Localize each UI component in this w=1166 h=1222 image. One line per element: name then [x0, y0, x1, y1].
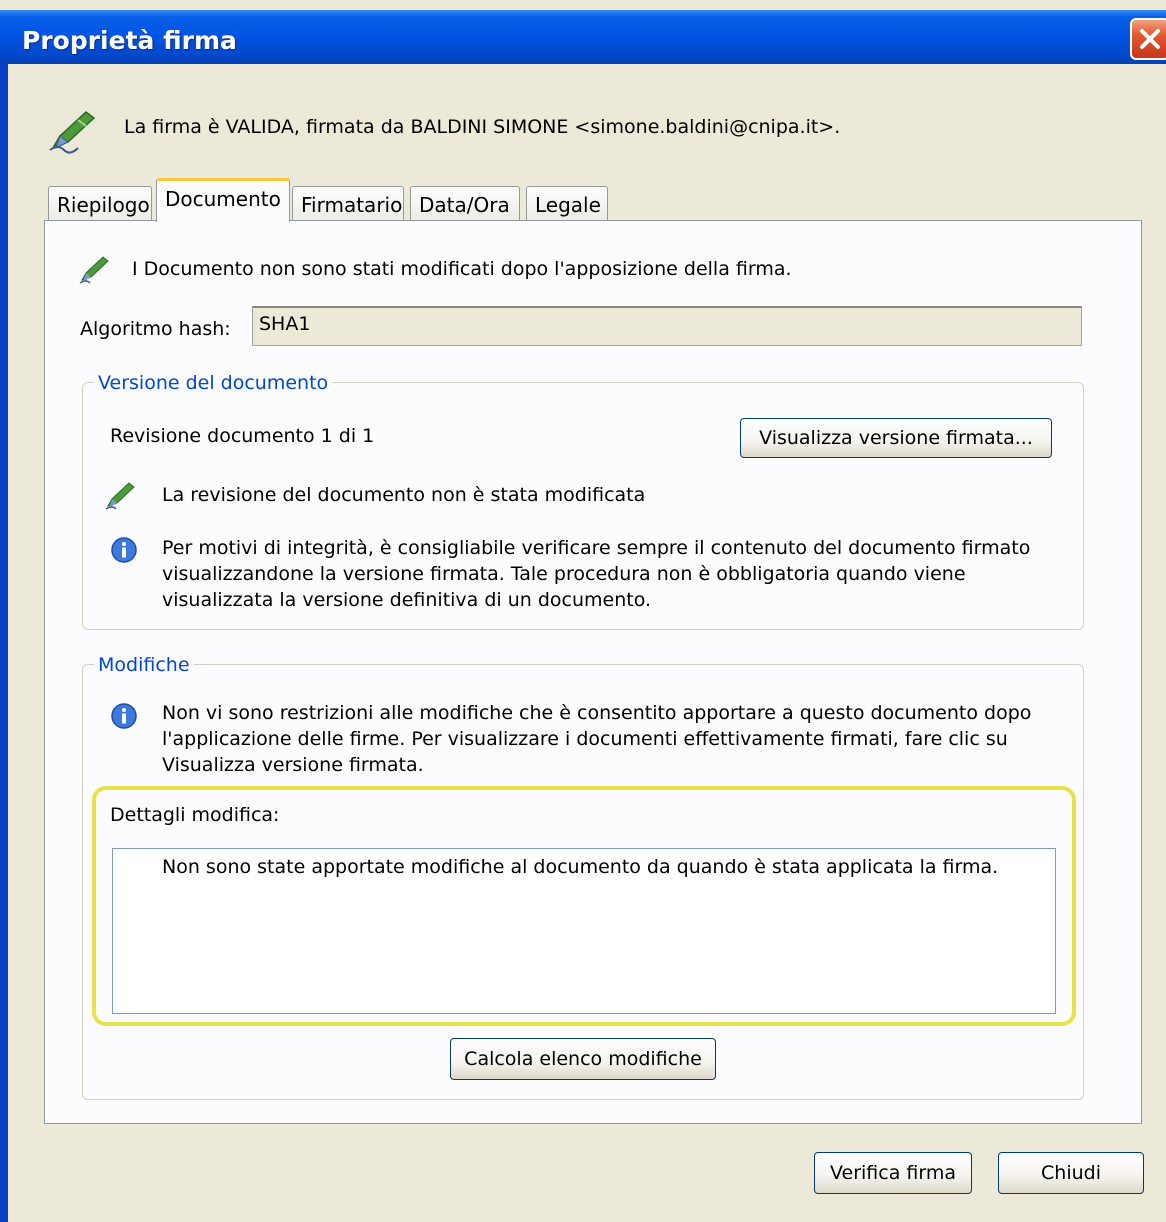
close-icon [1140, 29, 1160, 49]
close-button[interactable]: Chiudi [998, 1152, 1144, 1194]
hash-algorithm-label: Algoritmo hash: [80, 318, 231, 340]
window-frame-left [0, 64, 8, 1222]
info-icon [111, 703, 137, 729]
signature-properties-dialog: Proprietà firma La firma è VALIDA, firma… [0, 0, 1166, 1222]
tab-data-ora[interactable]: Data/Ora [410, 186, 520, 220]
changes-info-line-2: l'applicazione delle firme. Per visualiz… [162, 728, 1008, 750]
changes-info-line-3: Visualizza versione firmata. [162, 754, 424, 776]
info-icon [111, 537, 137, 563]
change-details-text: Non sono state apportate modifiche al do… [162, 856, 999, 878]
compute-changes-button[interactable]: Calcola elenco modifiche [450, 1038, 716, 1080]
signature-pen-icon [105, 482, 135, 510]
view-signed-version-button[interactable]: Visualizza versione firmata... [740, 418, 1052, 458]
revision-text: Revisione documento 1 di 1 [110, 425, 375, 447]
signature-status-text: La firma è VALIDA, firmata da BALDINI SI… [124, 116, 841, 138]
document-version-legend: Versione del documento [94, 372, 333, 394]
tab-firmatario[interactable]: Firmatario [292, 186, 404, 220]
tab-documento[interactable]: Documento [156, 178, 290, 222]
changes-info-line-1: Non vi sono restrizioni alle modifiche c… [162, 702, 1032, 724]
valid-signature-pen-icon [49, 111, 96, 154]
tab-riepilogo[interactable]: Riepilogo [48, 186, 152, 220]
revision-status-text: La revisione del documento non è stata m… [162, 484, 646, 506]
hash-algorithm-field[interactable]: SHA1 [252, 306, 1082, 346]
window-title: Proprietà firma [22, 26, 237, 55]
tab-legale[interactable]: Legale [526, 186, 608, 220]
integrity-info-line-2: visualizzandone la versione firmata. Tal… [162, 563, 966, 585]
changes-legend: Modifiche [94, 654, 194, 676]
document-not-modified-text: I Documento non sono stati modificati do… [132, 258, 792, 280]
integrity-info-line-3: visualizzata la versione definitiva di u… [162, 589, 652, 611]
close-window-button[interactable] [1130, 18, 1166, 60]
verify-signature-button[interactable]: Verifica firma [814, 1152, 972, 1194]
change-details-label: Dettagli modifica: [110, 804, 280, 826]
integrity-info-line-1: Per motivi di integrità, è consigliabile… [162, 537, 1031, 559]
signature-pen-icon [79, 256, 109, 284]
